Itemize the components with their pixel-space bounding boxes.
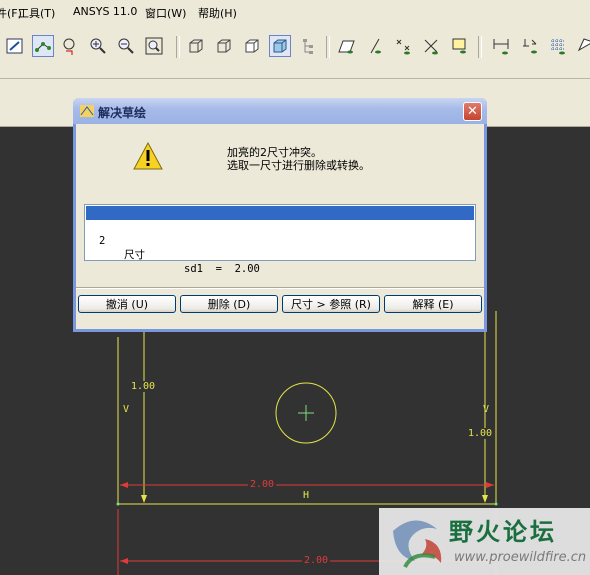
resolve-sketch-dialog: 解决草绘 ✕ 加亮的2尺寸冲突。 选取一尺寸进行删除或转换。 1 尺寸 sd12… <box>73 98 487 332</box>
watermark-url: www.proewildfire.cn <box>454 550 587 565</box>
forum-logo-icon <box>393 520 442 569</box>
hidden-line-icon[interactable] <box>213 35 235 57</box>
dialog-title: 解决草绘 <box>98 106 147 120</box>
toolbar-separator <box>326 36 330 58</box>
center-mark <box>298 405 314 421</box>
menubar: 件(F) 工具(T) ANSYS 11.0 窗口(W) 帮助(H) <box>0 0 590 25</box>
divider <box>76 287 484 289</box>
dim-bottom-inner[interactable]: 2.00 <box>248 479 277 490</box>
watermark-title: 野火论坛 <box>449 518 557 546</box>
constraint-h[interactable]: H <box>303 490 309 501</box>
explain-button[interactable]: 解释 (E) <box>384 295 482 313</box>
undo-button[interactable]: 撤消 (U) <box>78 295 176 313</box>
menu-window[interactable]: 窗口(W) <box>145 5 186 21</box>
sketch-view-icon[interactable] <box>4 35 26 57</box>
dim-right-vertical[interactable]: 1.00 <box>468 428 493 439</box>
list-item[interactable]: 1 尺寸 sd12 = 2.00 <box>86 206 474 261</box>
vertex-display-icon[interactable] <box>575 35 590 57</box>
shaded-icon[interactable] <box>269 35 291 57</box>
datum-point-icon[interactable] <box>392 35 414 57</box>
datum-plane-icon[interactable] <box>335 35 357 57</box>
dim-bottom-outer[interactable]: 2.00 <box>302 555 331 566</box>
close-button[interactable]: ✕ <box>463 102 482 121</box>
close-icon: ✕ <box>467 104 478 119</box>
instruction-message: 选取一尺寸进行删除或转换。 <box>227 159 370 172</box>
dim-left-vertical[interactable]: 1.00 <box>131 381 156 392</box>
grid-display-icon[interactable] <box>547 35 569 57</box>
delete-button[interactable]: 删除 (D) <box>180 295 278 313</box>
constraint-left-v[interactable]: V <box>123 404 129 415</box>
node-icon[interactable] <box>32 35 54 57</box>
dimension-display-icon[interactable] <box>490 35 512 57</box>
sketch-app-icon <box>80 105 94 117</box>
point-display-icon[interactable] <box>448 35 470 57</box>
dialog-titlebar[interactable]: 解决草绘 ✕ <box>73 98 487 124</box>
conflict-list[interactable]: 1 尺寸 sd12 = 2.00 2 尺寸 sd1 = 2.00 <box>84 204 476 275</box>
toolbar-separator <box>478 36 482 58</box>
toolbar-separator <box>176 36 180 58</box>
zoom-out-icon[interactable] <box>115 35 137 57</box>
coord-sys-icon[interactable] <box>420 35 442 57</box>
dialog-body: 加亮的2尺寸冲突。 选取一尺寸进行删除或转换。 1 尺寸 sd12 = 2.00… <box>76 124 484 329</box>
menu-tools[interactable]: 工具(T) <box>18 5 55 21</box>
constraint-display-icon[interactable] <box>519 35 541 57</box>
menu-help[interactable]: 帮助(H) <box>198 5 237 21</box>
regen-icon[interactable] <box>59 35 81 57</box>
wireframe-icon[interactable] <box>185 35 207 57</box>
toolbar <box>0 24 590 79</box>
refit-icon[interactable] <box>143 35 165 57</box>
dim-to-reference-button[interactable]: 尺寸 > 参照 (R) <box>282 295 380 313</box>
datum-axis-icon[interactable] <box>364 35 386 57</box>
zoom-in-icon[interactable] <box>87 35 109 57</box>
forum-watermark: 野火论坛 www.proewildfire.cn <box>379 508 590 575</box>
menu-ansys[interactable]: ANSYS 11.0 <box>73 5 137 18</box>
no-hidden-icon[interactable] <box>241 35 263 57</box>
list-item[interactable]: 2 尺寸 sd1 = 2.00 <box>86 220 474 275</box>
tree-icon[interactable] <box>297 35 319 57</box>
constraint-right-v[interactable]: V <box>483 404 489 415</box>
sketch-rectangle <box>117 311 497 505</box>
warning-icon <box>133 141 163 170</box>
